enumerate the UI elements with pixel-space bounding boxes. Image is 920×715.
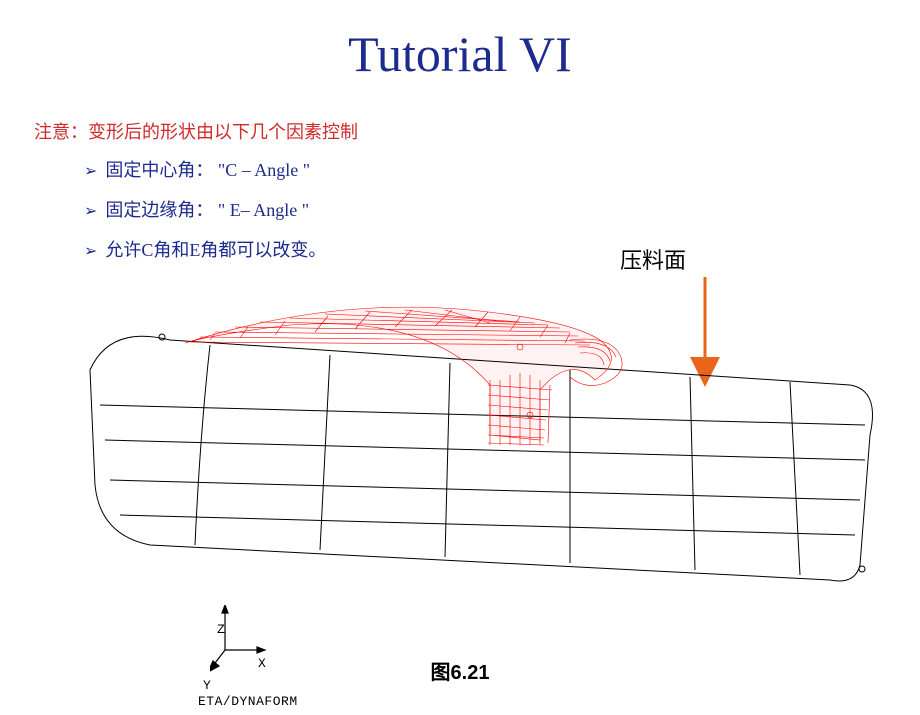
- bullet-text: 允许C角和E角都可以改变。: [105, 236, 326, 262]
- note-intro-text: 注意：变形后的形状由以下几个因素控制: [34, 118, 920, 144]
- figure-caption: 图6.21: [0, 656, 920, 685]
- bullet-text: 固定边缘角： " E– Angle ": [105, 196, 309, 222]
- bullet-list: ➢ 固定中心角： "C – Angle " ➢ 固定边缘角： " E– Angl…: [84, 156, 920, 262]
- chevron-right-icon: ➢: [84, 241, 97, 261]
- bullet-item: ➢ 允许C角和E角都可以改变。: [84, 236, 920, 262]
- bullet-text: 固定中心角： "C – Angle ": [105, 156, 310, 182]
- bullet-item: ➢ 固定中心角： "C – Angle ": [84, 156, 920, 182]
- bullet-item: ➢ 固定边缘角： " E– Angle ": [84, 196, 920, 222]
- software-label: ETA/DYNAFORM: [198, 694, 298, 709]
- chevron-right-icon: ➢: [84, 201, 97, 221]
- axis-z-label: Z: [217, 622, 225, 637]
- mesh-diagram: [30, 285, 890, 625]
- figure-area: [30, 285, 890, 665]
- annotation-label: 压料面: [620, 243, 686, 275]
- page-title: Tutorial VI: [0, 25, 920, 83]
- chevron-right-icon: ➢: [84, 161, 97, 181]
